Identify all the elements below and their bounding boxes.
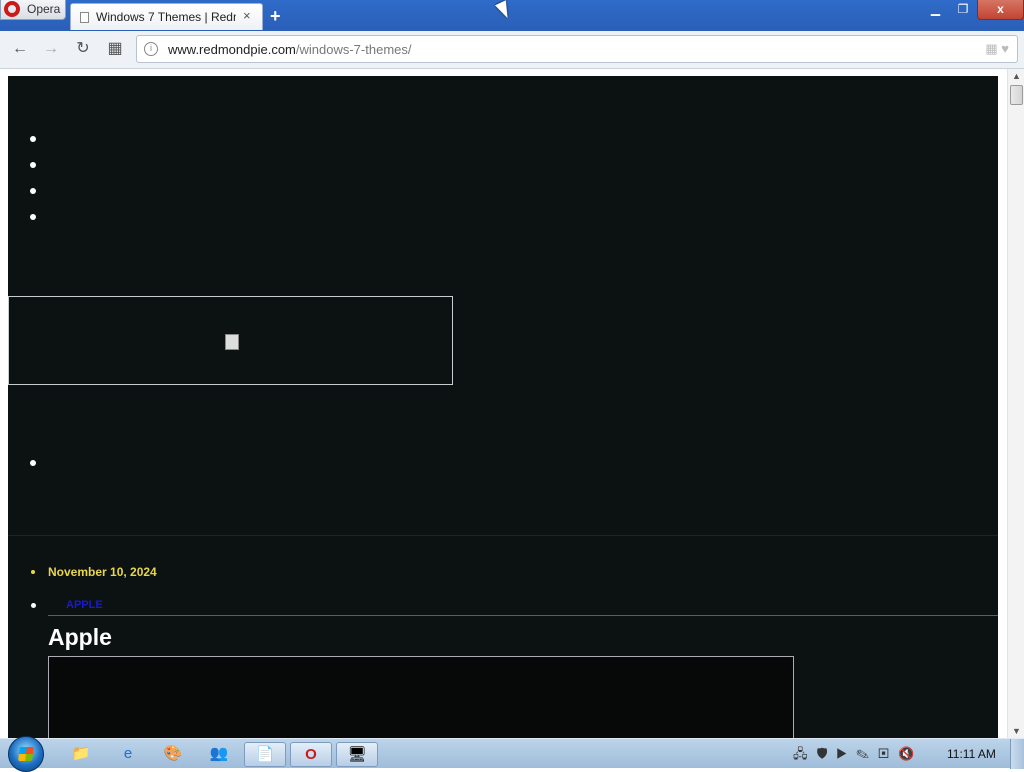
opera-logo-icon: [4, 1, 20, 17]
list-bullet: [30, 460, 36, 466]
tab-title: Windows 7 Themes | Redmond: [96, 10, 236, 24]
control-panel-icon[interactable]: 🖥: [336, 742, 378, 767]
speed-dial-icon[interactable]: ▦: [104, 39, 126, 59]
vertical-scrollbar[interactable]: ▲ ▼: [1007, 69, 1024, 738]
messenger-icon[interactable]: 👥: [198, 742, 240, 767]
broken-image-icon: [225, 334, 239, 350]
ad-banner[interactable]: [8, 296, 453, 385]
post-image-frame: [48, 656, 794, 738]
forward-icon[interactable]: →: [40, 39, 62, 59]
address-bar[interactable]: i www.redmondpie.com/windows-7-themes/ ▦…: [136, 35, 1018, 63]
internet-explorer-icon[interactable]: e: [107, 742, 149, 767]
explorer-icon[interactable]: 📁: [60, 742, 102, 767]
tab-close-icon[interactable]: ×: [243, 8, 251, 23]
post-title[interactable]: Apple: [48, 624, 112, 651]
clock[interactable]: 11:11 AM: [947, 747, 996, 761]
website-body: November 10, 2024 APPLE Apple: [8, 76, 998, 738]
paint-icon[interactable]: 🎨: [152, 742, 194, 767]
minimize-button[interactable]: ▁: [922, 0, 949, 20]
post-date-text: November 10, 2024: [48, 565, 157, 579]
show-desktop-button[interactable]: [1010, 739, 1024, 769]
post-date: November 10, 2024: [31, 565, 157, 579]
notepad-icon[interactable]: 📄: [244, 742, 286, 767]
page-viewport: November 10, 2024 APPLE Apple ▲ ▼: [0, 69, 1024, 738]
post-category-link[interactable]: APPLE: [66, 599, 103, 611]
url-host: www.redmondpie.com: [168, 42, 296, 57]
close-button[interactable]: x: [977, 0, 1024, 20]
start-button[interactable]: [8, 736, 44, 772]
list-bullet: [30, 136, 36, 142]
address-toolbar: ← → ↻ ▦ i www.redmondpie.com/windows-7-t…: [0, 31, 1024, 69]
url-path: /windows-7-themes/: [295, 42, 412, 57]
opera-menu-label: Opera: [27, 2, 61, 16]
system-tray[interactable]: 🖧🛡▶✎▣🔇: [793, 745, 923, 767]
url-text[interactable]: www.redmondpie.com/windows-7-themes/: [168, 42, 412, 57]
scroll-thumb[interactable]: [1010, 85, 1023, 105]
browser-tab[interactable]: Windows 7 Themes | Redmond ×: [70, 3, 263, 30]
bookmark-heart-icon[interactable]: ▦ ♥: [985, 41, 1009, 57]
windows-logo-icon: [18, 747, 34, 761]
site-info-icon[interactable]: i: [144, 42, 158, 56]
maximize-button[interactable]: ❐: [950, 0, 976, 20]
opera-menu-button[interactable]: Opera: [0, 0, 66, 20]
scroll-down-icon[interactable]: ▼: [1012, 726, 1021, 736]
reload-icon[interactable]: ↻: [72, 39, 94, 59]
list-bullet: [30, 214, 36, 220]
list-bullet: [30, 162, 36, 168]
list-bullet: [30, 188, 36, 194]
divider: [8, 535, 998, 536]
scroll-up-icon[interactable]: ▲: [1012, 71, 1021, 81]
page-icon: [80, 12, 89, 23]
nav-menu-list: [30, 136, 36, 240]
new-tab-button[interactable]: +: [270, 6, 281, 27]
opera-icon[interactable]: O: [290, 742, 332, 767]
back-icon[interactable]: ←: [9, 39, 31, 59]
windows-taskbar: 📁 e 🎨 👥 📄 O 🖥 🖧🛡▶✎▣🔇 11:11 AM: [0, 736, 1024, 772]
category-underline: [48, 615, 998, 616]
post-category[interactable]: APPLE: [31, 599, 103, 611]
